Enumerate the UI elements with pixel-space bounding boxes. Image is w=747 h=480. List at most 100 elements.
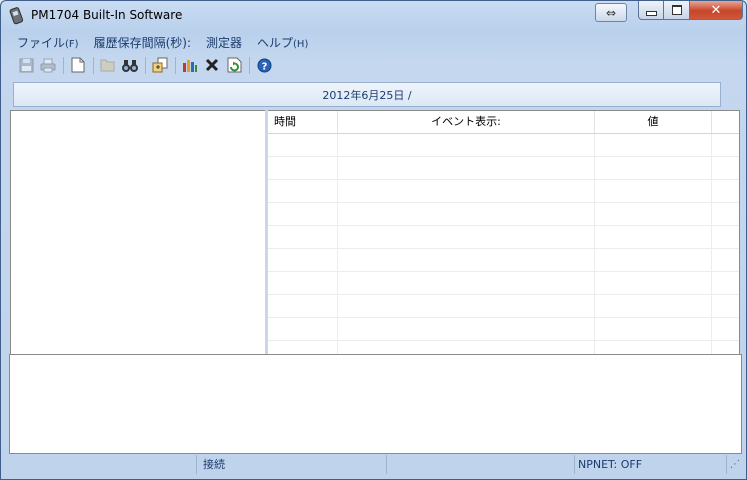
- table-row[interactable]: [268, 134, 739, 157]
- table-cell: [595, 341, 712, 354]
- refresh-icon[interactable]: [225, 56, 243, 74]
- toolbar-separator: [175, 56, 176, 74]
- table-cell: [595, 180, 712, 202]
- table-cell: [595, 318, 712, 340]
- status-connection: 接続: [197, 455, 387, 474]
- new-document-icon[interactable]: [69, 56, 87, 74]
- swap-icon[interactable]: ⇔: [595, 3, 627, 22]
- menu-instrument-label: 測定器: [206, 35, 243, 50]
- table-cell: [268, 226, 338, 248]
- table-cell: [268, 203, 338, 225]
- table-cell: [268, 295, 338, 317]
- table-cell: [595, 157, 712, 179]
- status-panel-3: [387, 455, 575, 474]
- table-cell: [268, 249, 338, 271]
- table-cell: [338, 134, 595, 156]
- close-button[interactable]: ✕: [690, 1, 743, 20]
- table-row[interactable]: [268, 180, 739, 203]
- menu-file[interactable]: ファイル(F): [9, 34, 86, 51]
- table-body: [268, 134, 739, 354]
- menu-history-interval-label: 履歴保存間隔(秒):: [93, 35, 191, 50]
- menu-help-accel: (H): [293, 38, 309, 50]
- table-cell: [595, 226, 712, 248]
- menu-help-label: ヘルプ: [257, 35, 294, 50]
- table-cell: [712, 295, 739, 317]
- print-icon[interactable]: [39, 56, 57, 74]
- event-table[interactable]: 時間 イベント表示: 値: [268, 110, 740, 355]
- column-header-extra[interactable]: [712, 111, 739, 133]
- find-icon[interactable]: [121, 56, 139, 74]
- table-cell: [712, 318, 739, 340]
- window-controls: ✕: [638, 1, 743, 20]
- toolbar: ?: [9, 53, 738, 77]
- table-cell: [268, 272, 338, 294]
- table-cell: [338, 226, 595, 248]
- resize-grip-icon[interactable]: ⋰: [727, 455, 740, 474]
- maximize-button[interactable]: [664, 1, 690, 20]
- toolbar-separator: [249, 56, 250, 74]
- table-cell: [338, 295, 595, 317]
- export-icon[interactable]: [151, 56, 169, 74]
- table-cell: [712, 249, 739, 271]
- table-cell: [712, 203, 739, 225]
- column-header-time[interactable]: 時間: [268, 111, 338, 133]
- table-cell: [595, 249, 712, 271]
- table-row[interactable]: [268, 203, 739, 226]
- table-cell: [712, 134, 739, 156]
- table-row[interactable]: [268, 157, 739, 180]
- svg-text:?: ?: [261, 61, 267, 72]
- close-icon: ✕: [710, 2, 722, 18]
- open-folder-icon[interactable]: [99, 56, 117, 74]
- table-cell: [712, 341, 739, 354]
- chart-icon[interactable]: [181, 56, 199, 74]
- table-row[interactable]: [268, 341, 739, 354]
- status-bar: 接続 NPNET: OFF ⋰: [9, 455, 740, 476]
- table-cell: [712, 180, 739, 202]
- toolbar-separator: [145, 56, 146, 74]
- table-cell: [338, 341, 595, 354]
- minimize-button[interactable]: [638, 1, 664, 20]
- status-panel-1: [9, 455, 197, 474]
- table-cell: [338, 318, 595, 340]
- help-icon[interactable]: ?: [255, 56, 273, 74]
- table-cell: [595, 295, 712, 317]
- table-cell: [338, 249, 595, 271]
- table-row[interactable]: [268, 295, 739, 318]
- table-cell: [268, 180, 338, 202]
- table-cell: [338, 203, 595, 225]
- table-cell: [268, 341, 338, 354]
- title-bar[interactable]: PM1704 Built-In Software ⇔ ✕: [1, 1, 746, 31]
- menu-file-label: ファイル: [17, 35, 66, 50]
- table-row[interactable]: [268, 249, 739, 272]
- app-icon: [9, 7, 24, 25]
- table-row[interactable]: [268, 226, 739, 249]
- table-cell: [595, 272, 712, 294]
- menu-history-interval[interactable]: 履歴保存間隔(秒):: [86, 34, 198, 51]
- table-cell: [268, 157, 338, 179]
- table-cell: [595, 203, 712, 225]
- table-header: 時間 イベント表示: 値: [268, 111, 739, 134]
- table-cell: [595, 134, 712, 156]
- menu-help[interactable]: ヘルプ(H): [249, 34, 315, 51]
- table-row[interactable]: [268, 272, 739, 295]
- detail-pane[interactable]: [9, 354, 742, 454]
- delete-icon[interactable]: [203, 56, 221, 74]
- device-tree-pane[interactable]: [10, 110, 266, 355]
- table-cell: [712, 272, 739, 294]
- minimize-icon: [645, 10, 657, 16]
- table-cell: [338, 272, 595, 294]
- menu-bar: ファイル(F) 履歴保存間隔(秒): 測定器 ヘルプ(H): [9, 31, 738, 53]
- save-icon[interactable]: [17, 56, 35, 74]
- table-cell: [338, 180, 595, 202]
- table-row[interactable]: [268, 318, 739, 341]
- column-header-value[interactable]: 値: [595, 111, 712, 133]
- main-window: PM1704 Built-In Software ⇔ ✕ ファイル(F) 履歴保…: [0, 0, 747, 480]
- status-npnet: NPNET: OFF: [575, 455, 727, 474]
- column-header-event[interactable]: イベント表示:: [338, 111, 595, 133]
- table-cell: [338, 157, 595, 179]
- maximize-icon: [671, 5, 682, 15]
- menu-file-accel: (F): [65, 38, 79, 50]
- menu-instrument[interactable]: 測定器: [198, 34, 249, 51]
- window-title: PM1704 Built-In Software: [31, 8, 183, 22]
- toolbar-separator: [63, 56, 64, 74]
